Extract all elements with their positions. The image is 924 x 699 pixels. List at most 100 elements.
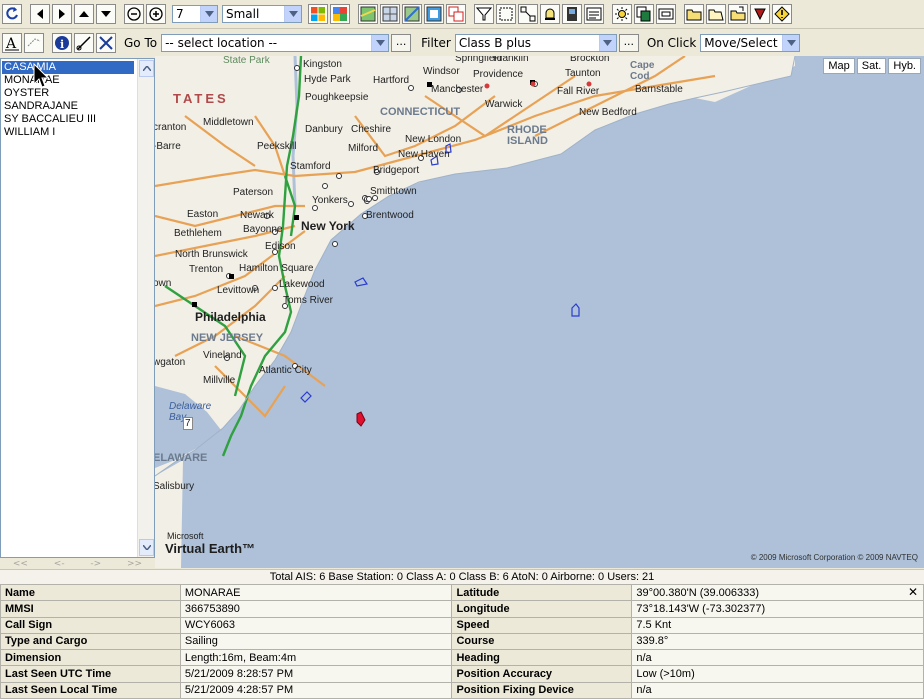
copy-button[interactable] <box>634 4 654 24</box>
icon-size-select[interactable]: Small <box>222 5 302 23</box>
map-label-windsor: Windsor <box>423 66 460 77</box>
day-night-button[interactable] <box>612 4 632 24</box>
details-key: Last Seen Local Time <box>0 681 181 699</box>
map-type-satellite-button[interactable]: Sat. <box>856 58 887 74</box>
map-label-danbury: Danbury <box>305 124 343 135</box>
red-marker-icon <box>754 8 766 21</box>
zoom-in-button[interactable] <box>146 4 166 24</box>
details-row: MMSI 366753890 Longitude 73°18.143'W (-73.3… <box>0 600 924 618</box>
open-button[interactable] <box>706 4 726 24</box>
track-icon <box>520 6 536 22</box>
map-type-hybrid-button[interactable]: Hyb. <box>888 58 921 74</box>
track-button[interactable] <box>518 4 538 24</box>
details-key: Name <box>0 583 181 602</box>
map-label-yonkers: Yonkers <box>312 195 348 206</box>
details-value: 73°18.143'W (-73.302377) <box>631 600 924 618</box>
zoom-out-button[interactable] <box>124 4 144 24</box>
map-label-brockton: Brockton <box>570 56 610 64</box>
map-view[interactable]: State Park Kingston Springfield Franklin… <box>155 56 924 568</box>
vessel-list-scrollbar[interactable] <box>137 59 154 557</box>
goto-location-select[interactable]: -- select location -- <box>161 33 390 52</box>
map-label-toms-river: Toms River <box>283 295 334 306</box>
map-label-wgaton: wgaton <box>155 357 186 368</box>
scroll-up-button[interactable] <box>139 60 154 77</box>
details-key: Longitude <box>451 600 633 618</box>
close-x-icon <box>99 35 113 50</box>
onclick-action-select[interactable]: Move/Select <box>700 33 801 52</box>
map-label-peekskill: Peekskill <box>257 141 297 152</box>
map-label-cheshire: Cheshire <box>351 124 392 135</box>
message-button[interactable] <box>656 4 676 24</box>
pan-right-button[interactable] <box>52 4 72 24</box>
map-label-salisbury: Salisbury <box>155 481 195 492</box>
mouse-cursor-icon <box>33 63 49 88</box>
select-area-button[interactable] <box>496 4 516 24</box>
vessel-list-item[interactable]: WILLIAM I <box>2 126 134 139</box>
zoom-level-select[interactable]: 7 <box>172 5 218 23</box>
layer-grid-button[interactable] <box>380 4 400 24</box>
map-type-road-button[interactable]: Map <box>823 58 855 74</box>
virtual-earth-text: Virtual Earth™ <box>165 541 256 556</box>
pan-up-button[interactable] <box>74 4 94 24</box>
warning-button[interactable] <box>772 4 792 24</box>
goto-more-button[interactable]: ... <box>391 33 412 52</box>
chevron-down-icon <box>782 34 800 51</box>
details-value: Low (>10m) <box>631 665 924 683</box>
map-label-vineland: Vineland <box>203 350 242 361</box>
microsoft-text: Microsoft <box>167 531 204 541</box>
ship-label-button[interactable] <box>24 32 44 53</box>
goto-label: Go To <box>124 35 158 50</box>
vessel-list-item[interactable]: CASA MIA <box>2 61 134 74</box>
map-label-millville: Millville <box>203 375 236 386</box>
map-label-rhode-island: RHODE ISLAND <box>507 124 548 147</box>
pager-first[interactable]: << <box>13 559 28 569</box>
pager-next[interactable]: -> <box>90 559 101 569</box>
filter-select[interactable]: Class B plus <box>454 33 617 52</box>
info-button[interactable]: i <box>52 32 72 53</box>
vessel-list-item[interactable]: SANDRAJANE <box>2 100 134 113</box>
refresh-button[interactable] <box>2 4 22 24</box>
map-label-taunton: Taunton <box>565 68 601 79</box>
map-label-easton: Easton <box>187 209 219 220</box>
pager-prev[interactable]: <- <box>54 559 65 569</box>
device-button[interactable] <box>562 4 582 24</box>
map-layer-icon <box>360 6 376 22</box>
vessel-list-item[interactable]: SY BACCALIEU III <box>2 113 134 126</box>
filter-button[interactable] <box>474 4 494 24</box>
map-label-warwick: Warwick <box>485 99 523 110</box>
options-button[interactable] <box>684 4 704 24</box>
pager-last[interactable]: >> <box>127 559 142 569</box>
details-key: Speed <box>451 616 633 634</box>
layer-road-button[interactable] <box>358 4 378 24</box>
details-panel-button[interactable] <box>584 4 604 24</box>
filter-value: Class B plus <box>458 35 532 50</box>
save-button[interactable] <box>728 4 748 24</box>
filter-more-button[interactable]: ... <box>618 33 639 52</box>
layer-terrain-button[interactable] <box>402 4 422 24</box>
label-toggle-button[interactable]: A <box>2 32 22 53</box>
map-label-own: own <box>155 278 172 289</box>
onclick-label: On Click <box>646 35 697 50</box>
map-label-state-park: State Park <box>223 56 270 66</box>
google-maps-button[interactable] <box>330 4 350 24</box>
map-label-poughkeepsie: Poughkeepsie <box>305 92 369 103</box>
clear-button[interactable] <box>96 32 116 53</box>
details-value: 339.8° <box>631 632 924 651</box>
alarm-button[interactable] <box>540 4 560 24</box>
vessel-list-item[interactable]: OYSTER <box>2 87 134 100</box>
map-label-new-london: New London <box>405 134 462 145</box>
scroll-down-button[interactable] <box>139 539 154 556</box>
marker-button[interactable] <box>750 4 770 24</box>
layer-overlay-button[interactable] <box>446 4 466 24</box>
measure-button[interactable] <box>74 32 94 53</box>
close-details-button[interactable]: ✕ <box>906 586 920 600</box>
ship-tag-icon <box>27 37 41 46</box>
map-label-cranton: cranton <box>155 122 187 133</box>
windows-live-button[interactable] <box>308 4 328 24</box>
layer-sea-button[interactable] <box>424 4 444 24</box>
pan-down-button[interactable] <box>96 4 116 24</box>
vessel-list-item[interactable]: MONARAE <box>2 74 134 87</box>
details-key: Type and Cargo <box>0 632 181 651</box>
pan-left-button[interactable] <box>30 4 50 24</box>
device-icon <box>567 7 577 21</box>
